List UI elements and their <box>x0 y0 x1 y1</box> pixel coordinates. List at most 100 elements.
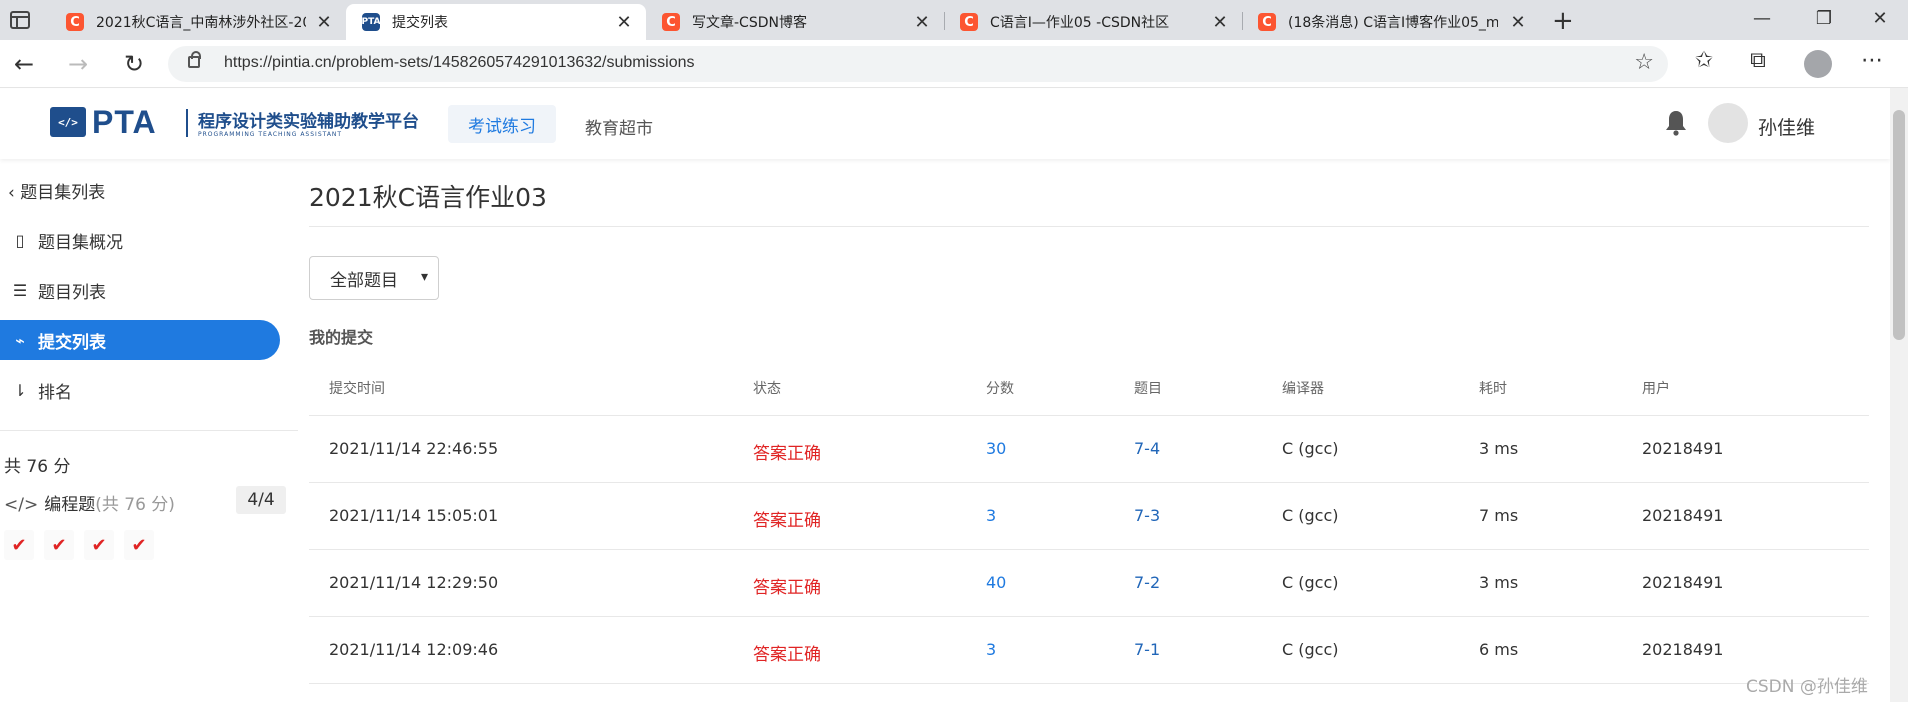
address-toolbar: ← → ↻ https://pintia.cn/problem-sets/145… <box>0 40 1908 88</box>
problem-link[interactable]: 7-1 <box>1134 640 1160 659</box>
checkmark-icon[interactable]: ✔ <box>4 530 34 560</box>
section-label: 我的提交 <box>309 328 374 347</box>
browser-tab-bar: C 2021秋C语言_中南林涉外社区-2021 ✕ PTA 提交列表 ✕ C 写… <box>0 0 1908 40</box>
nav-exam-practice[interactable]: 考试练习 <box>448 105 556 143</box>
logo-divider <box>186 109 188 137</box>
more-options-icon[interactable]: ⋯ <box>1858 48 1886 73</box>
book-icon: ▯ <box>15 230 25 250</box>
column-header: 状态 <box>753 381 781 397</box>
pulse-icon: ⌁ <box>15 330 25 350</box>
table-row: 2021/11/14 12:09:46 答案正确 3 7-1 C (gcc) 6… <box>309 618 1869 684</box>
table-row: 2021/11/14 15:05:01 答案正确 3 7-3 C (gcc) 7… <box>309 484 1869 550</box>
tab-title: C语言I—作业05 -CSDN社区 <box>990 15 1170 31</box>
column-header: 题目 <box>1134 381 1162 397</box>
close-tab-icon[interactable]: ✕ <box>1508 12 1528 33</box>
lock-icon[interactable] <box>188 51 201 68</box>
table-header: 提交时间 状态 分数 题目 编译器 耗时 用户 <box>309 356 1869 416</box>
tab-title: 写文章-CSDN博客 <box>692 15 807 31</box>
checkmark-icon[interactable]: ✔ <box>84 530 114 560</box>
page-scrollbar[interactable] <box>1890 88 1908 702</box>
problem-link[interactable]: 7-3 <box>1134 506 1160 525</box>
sort-icon: ⇂ <box>13 380 27 400</box>
favorites-icon[interactable]: ✩ <box>1690 48 1718 73</box>
back-to-sets-link[interactable]: ‹ 题目集列表 <box>8 178 105 203</box>
restore-icon[interactable]: ❐ <box>1812 8 1836 29</box>
site-header: </> PTA 程序设计类实验辅助教学平台 PROGRAMMING TEACHI… <box>0 89 1890 159</box>
sidebar: ‹ 题目集列表 ▯ 题目集概况 ☰ 题目列表 ⌁ 提交列表 ⇂ 排名 共 76 … <box>0 160 300 702</box>
status-link[interactable]: 答案正确 <box>753 640 821 665</box>
pta-logo-icon[interactable]: </> <box>50 107 86 137</box>
compiler: C (gcc) <box>1282 640 1339 659</box>
problem-filter-select[interactable]: 全部题目 ▾ <box>309 256 439 300</box>
problem-link[interactable]: 7-2 <box>1134 573 1160 592</box>
page-title: 2021秋C语言作业03 <box>309 183 547 212</box>
checkmark-icon[interactable]: ✔ <box>44 530 74 560</box>
logo-text[interactable]: PTA <box>92 104 157 141</box>
bell-icon[interactable] <box>1664 109 1688 137</box>
score-link[interactable]: 3 <box>986 640 996 659</box>
duration: 3 ms <box>1479 439 1519 458</box>
sidebar-item-overview[interactable]: ▯ 题目集概况 <box>0 220 280 260</box>
close-tab-icon[interactable]: ✕ <box>314 12 334 33</box>
avatar[interactable] <box>1708 103 1748 143</box>
status-link[interactable]: 答案正确 <box>753 439 821 464</box>
checkmark-icon[interactable]: ✔ <box>124 530 154 560</box>
logo-tagline: PROGRAMMING TEACHING ASSISTANT <box>198 131 343 138</box>
status-link[interactable]: 答案正确 <box>753 573 821 598</box>
close-window-icon[interactable]: ✕ <box>1868 8 1892 29</box>
user-id: 20218491 <box>1642 439 1724 458</box>
column-header: 用户 <box>1642 381 1670 397</box>
browser-tab[interactable]: C 写文章-CSDN博客 ✕ <box>646 4 944 40</box>
add-favorite-icon[interactable]: ☆ <box>1634 50 1654 75</box>
status-link[interactable]: 答案正确 <box>753 506 821 531</box>
sidebar-divider <box>0 430 298 431</box>
back-arrow-icon[interactable]: ← <box>10 50 38 78</box>
close-tab-icon[interactable]: ✕ <box>614 12 634 33</box>
browser-profile-icon[interactable] <box>1804 50 1832 78</box>
sidebar-item-problems[interactable]: ☰ 题目列表 <box>0 270 280 310</box>
score-link[interactable]: 3 <box>986 506 996 525</box>
browser-tab[interactable]: C 2021秋C语言_中南林涉外社区-2021 ✕ <box>50 4 346 40</box>
sidebar-item-submissions[interactable]: ⌁ 提交列表 <box>0 320 280 360</box>
duration: 6 ms <box>1479 640 1519 659</box>
title-divider <box>309 226 1869 227</box>
column-header: 分数 <box>986 381 1014 397</box>
column-header: 耗时 <box>1479 381 1507 397</box>
user-id: 20218491 <box>1642 506 1724 525</box>
browser-tab[interactable]: C (18条消息) C语言I博客作业05_m... ✕ <box>1242 4 1540 40</box>
close-tab-icon[interactable]: ✕ <box>1210 12 1230 33</box>
url-bar[interactable]: https://pintia.cn/problem-sets/145826057… <box>168 46 1668 82</box>
problem-link[interactable]: 7-4 <box>1134 439 1160 458</box>
compiler: C (gcc) <box>1282 506 1339 525</box>
new-tab-icon[interactable]: + <box>1552 6 1574 36</box>
compiler: C (gcc) <box>1282 573 1339 592</box>
tab-title: 提交列表 <box>392 15 448 31</box>
sidebar-item-ranking[interactable]: ⇂ 排名 <box>0 370 280 410</box>
programming-label: 编程题 <box>44 495 96 515</box>
nav-edu-market[interactable]: 教育超市 <box>585 114 653 139</box>
scrollbar-thumb[interactable] <box>1893 110 1905 340</box>
score-link[interactable]: 30 <box>986 439 1006 458</box>
user-name[interactable]: 孙佳维 <box>1758 113 1815 140</box>
column-header: 提交时间 <box>329 381 385 397</box>
minimize-icon[interactable]: — <box>1750 8 1774 29</box>
browser-tab[interactable]: C C语言I—作业05 -CSDN社区 ✕ <box>944 4 1242 40</box>
progress-badge: 4/4 <box>236 486 286 514</box>
collections-icon[interactable]: ⧉ <box>1744 48 1772 73</box>
programming-section[interactable]: </> 编程题(共 76 分) <box>4 490 175 515</box>
main-content: 2021秋C语言作业03 全部题目 ▾ 我的提交 提交时间 状态 分数 题目 编… <box>309 160 1869 702</box>
window-menu-icon[interactable] <box>10 11 30 29</box>
url-text[interactable]: https://pintia.cn/problem-sets/145826057… <box>224 54 695 72</box>
chevron-left-icon: ‹ <box>8 183 15 203</box>
browser-tab-active[interactable]: PTA 提交列表 ✕ <box>346 4 646 40</box>
sidebar-item-label: 题目集概况 <box>38 232 123 253</box>
close-tab-icon[interactable]: ✕ <box>912 12 932 33</box>
select-value: 全部题目 <box>330 270 398 291</box>
csdn-favicon-icon: C <box>662 13 680 31</box>
refresh-icon[interactable]: ↻ <box>120 50 148 78</box>
watermark: CSDN @孙佳维 <box>1746 677 1868 697</box>
total-score: 共 76 分 <box>4 457 71 477</box>
forward-arrow-icon[interactable]: → <box>64 50 92 78</box>
sidebar-item-label: 题目列表 <box>38 282 106 303</box>
score-link[interactable]: 40 <box>986 573 1006 592</box>
